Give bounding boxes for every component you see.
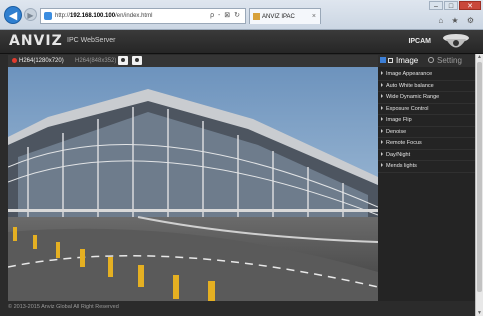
copyright-text: © 2013-2015 Anviz Global All Right Reser…	[8, 304, 119, 310]
url-path: /en/index.html	[115, 13, 153, 19]
tab-image-label: Image	[396, 56, 419, 65]
chevron-right-icon	[381, 163, 383, 167]
maximize-button[interactable]: □	[444, 1, 458, 10]
menu-item-label: Mends lights	[386, 163, 417, 169]
browser-tab[interactable]: ANVIZ IPAC ×	[249, 8, 321, 24]
picture-icon	[388, 58, 393, 63]
browser-toolbar: ◀ ▶ http://192.168.100.100/en/index.html…	[0, 0, 483, 30]
chevron-right-icon	[381, 140, 383, 144]
menu-item-day-night[interactable]: Day/Night	[378, 150, 475, 161]
menu-item-auto-white-balance[interactable]: Auto White balance	[378, 81, 475, 92]
menu-item-exposure-control[interactable]: Exposure Control	[378, 104, 475, 115]
tab-setting[interactable]: Setting	[428, 55, 462, 67]
main-stream-label: H264(1280x720)	[19, 58, 64, 64]
tab-image[interactable]: Image	[380, 55, 418, 67]
chevron-right-icon	[381, 105, 383, 110]
page-icon	[44, 12, 52, 20]
minimize-button[interactable]: –	[429, 1, 443, 10]
chevron-right-icon	[381, 117, 383, 121]
url-prefix: http://	[55, 13, 71, 19]
address-tools[interactable]: ρ - ⊠ ↻	[210, 9, 241, 23]
chevron-right-icon	[381, 151, 383, 156]
menu-item-remote-focus[interactable]: Remote Focus	[378, 138, 475, 150]
gear-icon	[428, 57, 434, 63]
back-arrow-icon[interactable]: ◀	[4, 6, 22, 24]
image-settings-menu: Image Appearance Auto White balance Wide…	[378, 69, 475, 173]
menu-item-label: Wide Dynamic Range	[386, 94, 440, 100]
menu-item-label: Denoise	[386, 128, 407, 135]
menu-item-wide-dynamic-range[interactable]: Wide Dynamic Range	[378, 92, 475, 104]
menu-item-mends-lights[interactable]: Mends lights	[378, 161, 475, 173]
footer: © 2013-2015 Anviz Global All Right Reser…	[0, 302, 475, 316]
record-icon	[12, 58, 17, 63]
settings-panel: Image Setting Image Appearance Auto Whit…	[378, 55, 475, 301]
live-video-view[interactable]	[8, 67, 378, 301]
main-stream-option[interactable]: H264(1280x720)	[12, 56, 64, 66]
address-bar[interactable]: http://192.168.100.100/en/index.html ρ -…	[40, 8, 246, 24]
stream-bar: H264(1280x720) H264(848x352)	[8, 55, 378, 67]
camera-icon	[443, 34, 469, 48]
forward-arrow-icon[interactable]: ▶	[24, 8, 37, 21]
menu-item-label: Remote Focus	[386, 140, 422, 146]
chevron-right-icon	[381, 82, 383, 87]
app-subtitle: IPC WebServer	[67, 37, 116, 44]
menu-item-label: Image Appearance	[386, 71, 433, 77]
close-window-button[interactable]: ✕	[459, 1, 481, 10]
chevron-right-icon	[381, 128, 383, 133]
tab-setting-label: Setting	[437, 56, 462, 65]
menu-item-label: Auto White balance	[386, 82, 434, 89]
menu-item-label: Exposure Control	[386, 105, 429, 112]
window-controls: – □ ✕	[429, 1, 481, 11]
chevron-right-icon	[381, 71, 383, 75]
browser-toolbar-icons[interactable]: ⌂ ★ ⚙	[438, 16, 477, 25]
sub-stream-option[interactable]: H264(848x352)	[75, 56, 116, 66]
url-host: 192.168.100.100	[70, 13, 116, 19]
scroll-up-icon[interactable]: ▲	[476, 54, 483, 60]
menu-item-label: Image Flip	[386, 117, 412, 123]
tab-close-icon[interactable]: ×	[312, 9, 316, 25]
device-name: IPCAM	[408, 38, 431, 45]
chevron-right-icon	[381, 94, 383, 98]
image-icon	[380, 57, 386, 63]
tab-title: ANVIZ IPAC	[262, 14, 295, 20]
panel-tabs: Image Setting	[378, 55, 475, 67]
scroll-thumb[interactable]	[477, 62, 482, 292]
scroll-down-icon[interactable]: ▼	[476, 310, 483, 316]
video-frame	[8, 67, 378, 301]
app-header: ANVIZ IPC WebServer IPCAM	[0, 30, 483, 54]
menu-item-image-flip[interactable]: Image Flip	[378, 115, 475, 127]
logo: ANVIZ	[9, 33, 63, 49]
menu-item-image-appearance[interactable]: Image Appearance	[378, 69, 475, 81]
menu-item-label: Day/Night	[386, 151, 411, 158]
record-video-icon[interactable]	[132, 56, 142, 65]
menu-item-denoise[interactable]: Denoise	[378, 127, 475, 138]
page-scrollbar[interactable]: ▲ ▼	[475, 54, 483, 316]
snapshot-icon[interactable]	[118, 56, 128, 65]
tab-favicon	[253, 13, 260, 20]
